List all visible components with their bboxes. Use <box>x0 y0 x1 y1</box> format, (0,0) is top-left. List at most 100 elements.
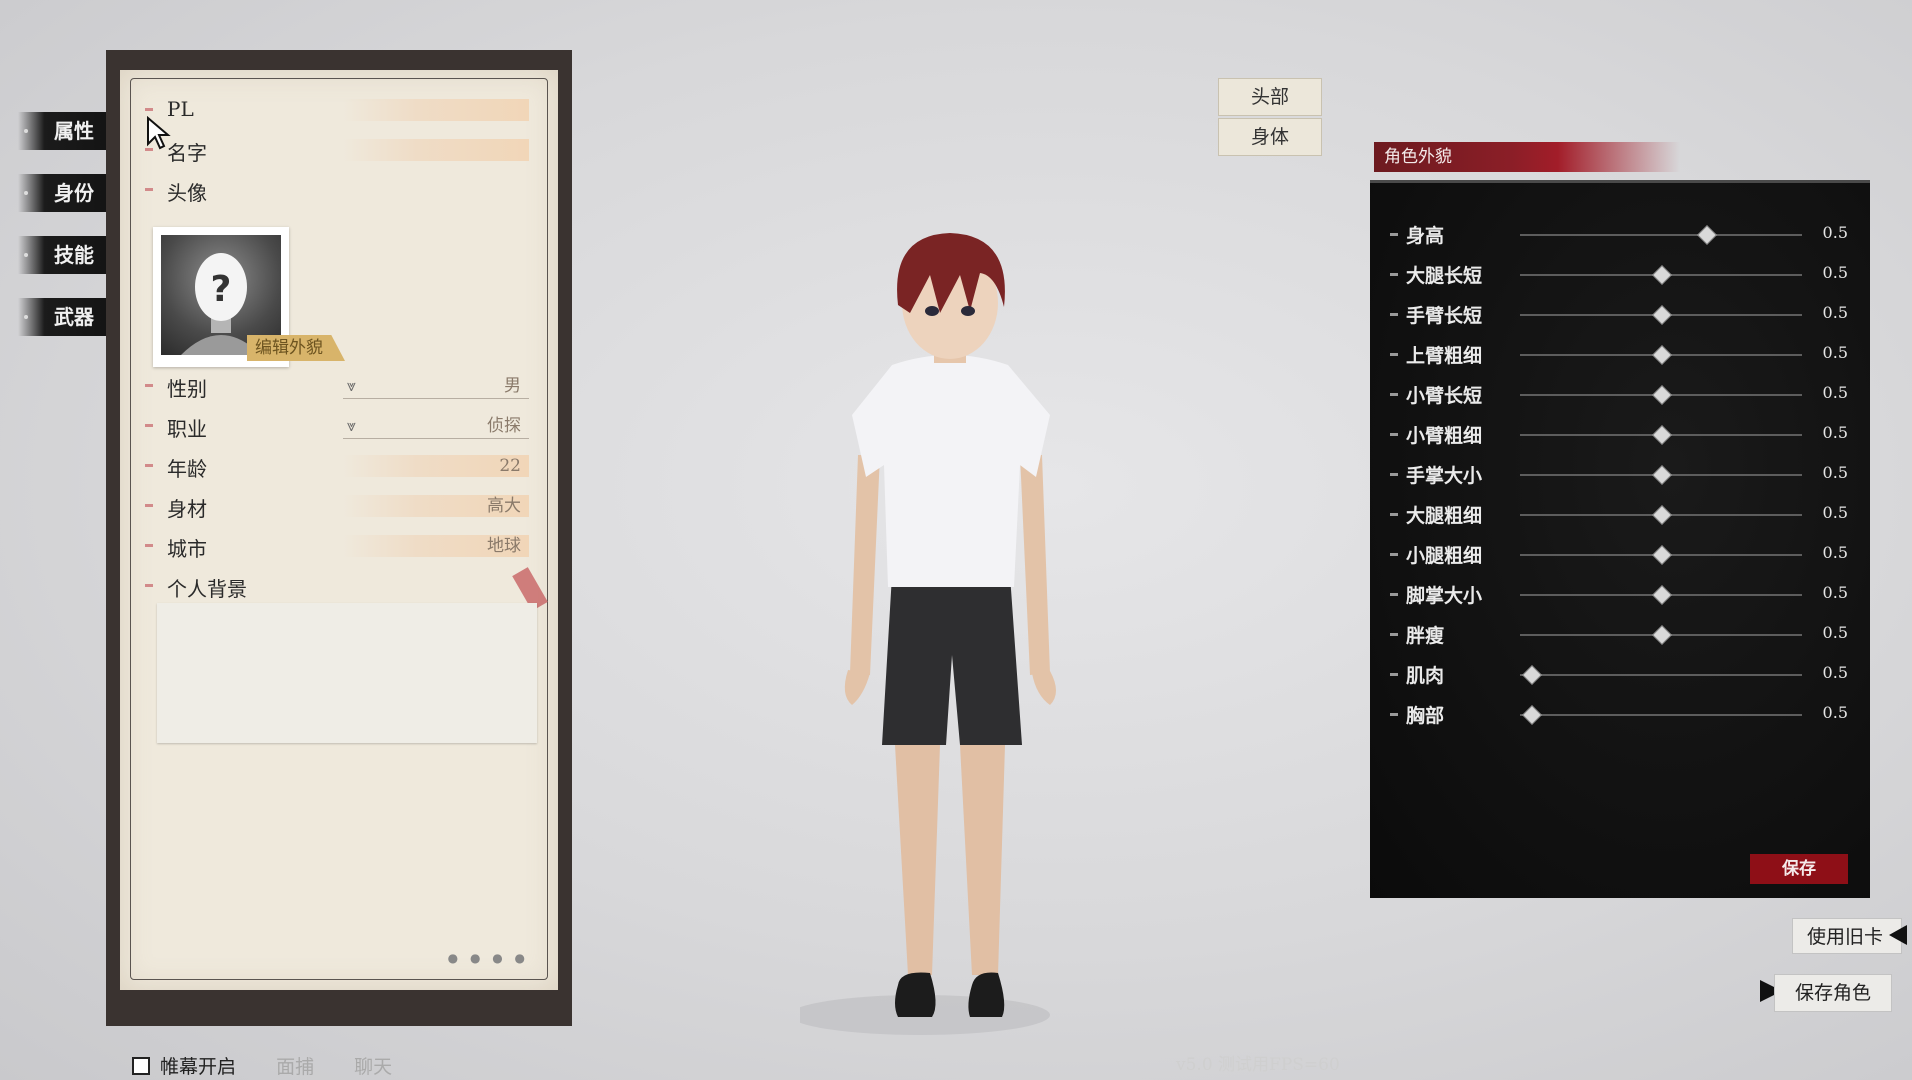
slider-track[interactable] <box>1520 385 1802 405</box>
tab-skills[interactable]: 技能 <box>18 236 106 274</box>
slider-handle[interactable] <box>1652 465 1672 485</box>
slider-handle[interactable] <box>1652 385 1672 405</box>
use-old-card-button[interactable]: 使用旧卡 <box>1792 918 1907 954</box>
slider-handle[interactable] <box>1652 625 1672 645</box>
slider-label: 小臂粗细 <box>1406 425 1483 447</box>
paper-dots: ● ● ● ● <box>447 951 529 965</box>
row-marker <box>145 424 153 427</box>
save-button[interactable]: 保存 <box>1750 854 1848 884</box>
city-label: 城市 <box>167 537 207 561</box>
version-label: v5.0 测试用FPS=60 <box>1176 1055 1340 1075</box>
slider-track[interactable] <box>1520 545 1802 565</box>
slider-handle[interactable] <box>1652 585 1672 605</box>
slider-label: 大腿粗细 <box>1406 505 1483 527</box>
tab-identity[interactable]: 身份 <box>18 174 106 212</box>
slider-handle[interactable] <box>1652 545 1672 565</box>
name-input[interactable] <box>343 139 529 161</box>
row-marker <box>1390 393 1398 396</box>
slider-value: 0.5 <box>1822 583 1848 602</box>
slider-track[interactable] <box>1520 665 1802 685</box>
slider-label: 小臂长短 <box>1406 385 1483 407</box>
slider-row: 大腿长短 0.5 <box>1390 259 1848 289</box>
tab-dot <box>24 191 28 195</box>
slider-value: 0.5 <box>1822 383 1848 402</box>
slider-handle[interactable] <box>1652 265 1672 285</box>
tab-body[interactable]: 身体 <box>1218 118 1322 156</box>
city-row: 城市 地球 <box>145 531 529 561</box>
row-marker <box>1390 233 1398 236</box>
avatar-row: 头像 <box>145 175 529 205</box>
row-marker <box>1390 273 1398 276</box>
edit-appearance-button[interactable]: 编辑外貌 <box>247 335 345 361</box>
slider-row: 小腿粗细 0.5 <box>1390 539 1848 569</box>
slider-track[interactable] <box>1520 465 1802 485</box>
slider-row: 大腿粗细 0.5 <box>1390 499 1848 529</box>
face-capture-button[interactable]: 面捕 <box>276 1056 314 1078</box>
tab-head[interactable]: 头部 <box>1218 78 1322 116</box>
slider-track[interactable] <box>1520 225 1802 245</box>
job-select[interactable]: ⩔ 侦探 <box>343 413 529 439</box>
row-marker <box>1390 633 1398 636</box>
pl-input[interactable] <box>343 99 529 121</box>
background-textarea[interactable] <box>157 603 537 743</box>
slider-row: 脚掌大小 0.5 <box>1390 579 1848 609</box>
chat-button[interactable]: 聊天 <box>354 1056 392 1078</box>
slider-track[interactable] <box>1520 345 1802 365</box>
slider-label: 脚掌大小 <box>1406 585 1483 607</box>
tab-weapons[interactable]: 武器 <box>18 298 106 336</box>
slider-label: 小腿粗细 <box>1406 545 1483 567</box>
city-input[interactable]: 地球 <box>343 535 529 557</box>
row-marker <box>1390 353 1398 356</box>
row-marker <box>1390 713 1398 716</box>
tab-dot <box>24 129 28 133</box>
age-input[interactable]: 22 <box>343 455 529 477</box>
slider-value: 0.5 <box>1822 703 1848 722</box>
slider-track[interactable] <box>1520 585 1802 605</box>
slider-value: 0.5 <box>1822 463 1848 482</box>
svg-text:?: ? <box>211 269 232 310</box>
slider-handle[interactable] <box>1652 505 1672 525</box>
slider-handle[interactable] <box>1652 305 1672 325</box>
curtain-label: 帷幕开启 <box>160 1056 237 1078</box>
slider-track[interactable] <box>1520 625 1802 645</box>
row-marker <box>145 584 153 587</box>
use-old-card-label: 使用旧卡 <box>1807 926 1884 948</box>
slider-value: 0.5 <box>1822 223 1848 242</box>
slider-track[interactable] <box>1520 505 1802 525</box>
gender-row: 性别 ⩔ 男 <box>145 371 529 401</box>
job-label: 职业 <box>167 417 207 441</box>
tab-label: 技能 <box>54 243 94 267</box>
slider-handle[interactable] <box>1652 345 1672 365</box>
slider-handle[interactable] <box>1697 225 1718 245</box>
slider-value: 0.5 <box>1822 303 1848 322</box>
slider-track[interactable] <box>1520 265 1802 285</box>
slider-value: 0.5 <box>1822 623 1848 642</box>
age-label: 年龄 <box>167 457 207 481</box>
avatar-label: 头像 <box>167 181 207 205</box>
slider-track[interactable] <box>1520 705 1802 725</box>
row-marker <box>1390 673 1398 676</box>
row-marker <box>145 108 153 111</box>
slider-handle[interactable] <box>1522 665 1543 685</box>
body-input[interactable]: 高大 <box>343 495 529 517</box>
profile-notebook: PL 名字 头像 ? 编辑外貌 性别 ⩔ 男 职业 ⩔ 侦探 年龄 22 身材 … <box>106 50 572 1026</box>
background-row: 个人背景 <box>145 571 529 601</box>
row-marker <box>145 544 153 547</box>
row-marker <box>145 504 153 507</box>
slider-row: 小臂粗细 0.5 <box>1390 419 1848 449</box>
row-marker <box>1390 433 1398 436</box>
appearance-panel: 身高 0.5 大腿长短 0.5 手臂长短 0.5 上臂粗细 0.5 小臂长短 0.5 小臂粗细 0.5… <box>1370 180 1870 898</box>
slider-track[interactable] <box>1520 305 1802 325</box>
curtain-checkbox[interactable] <box>132 1057 150 1075</box>
row-marker <box>145 384 153 387</box>
slider-handle[interactable] <box>1522 705 1543 725</box>
slider-handle[interactable] <box>1652 425 1672 445</box>
tab-attributes[interactable]: 属性 <box>18 112 106 150</box>
row-marker <box>1390 513 1398 516</box>
gender-select[interactable]: ⩔ 男 <box>343 373 529 399</box>
slider-track[interactable] <box>1520 425 1802 445</box>
pl-row: PL <box>145 95 529 125</box>
save-character-button[interactable]: 保存角色 <box>1774 974 1892 1012</box>
row-marker <box>145 464 153 467</box>
body-label: 身材 <box>167 497 207 521</box>
